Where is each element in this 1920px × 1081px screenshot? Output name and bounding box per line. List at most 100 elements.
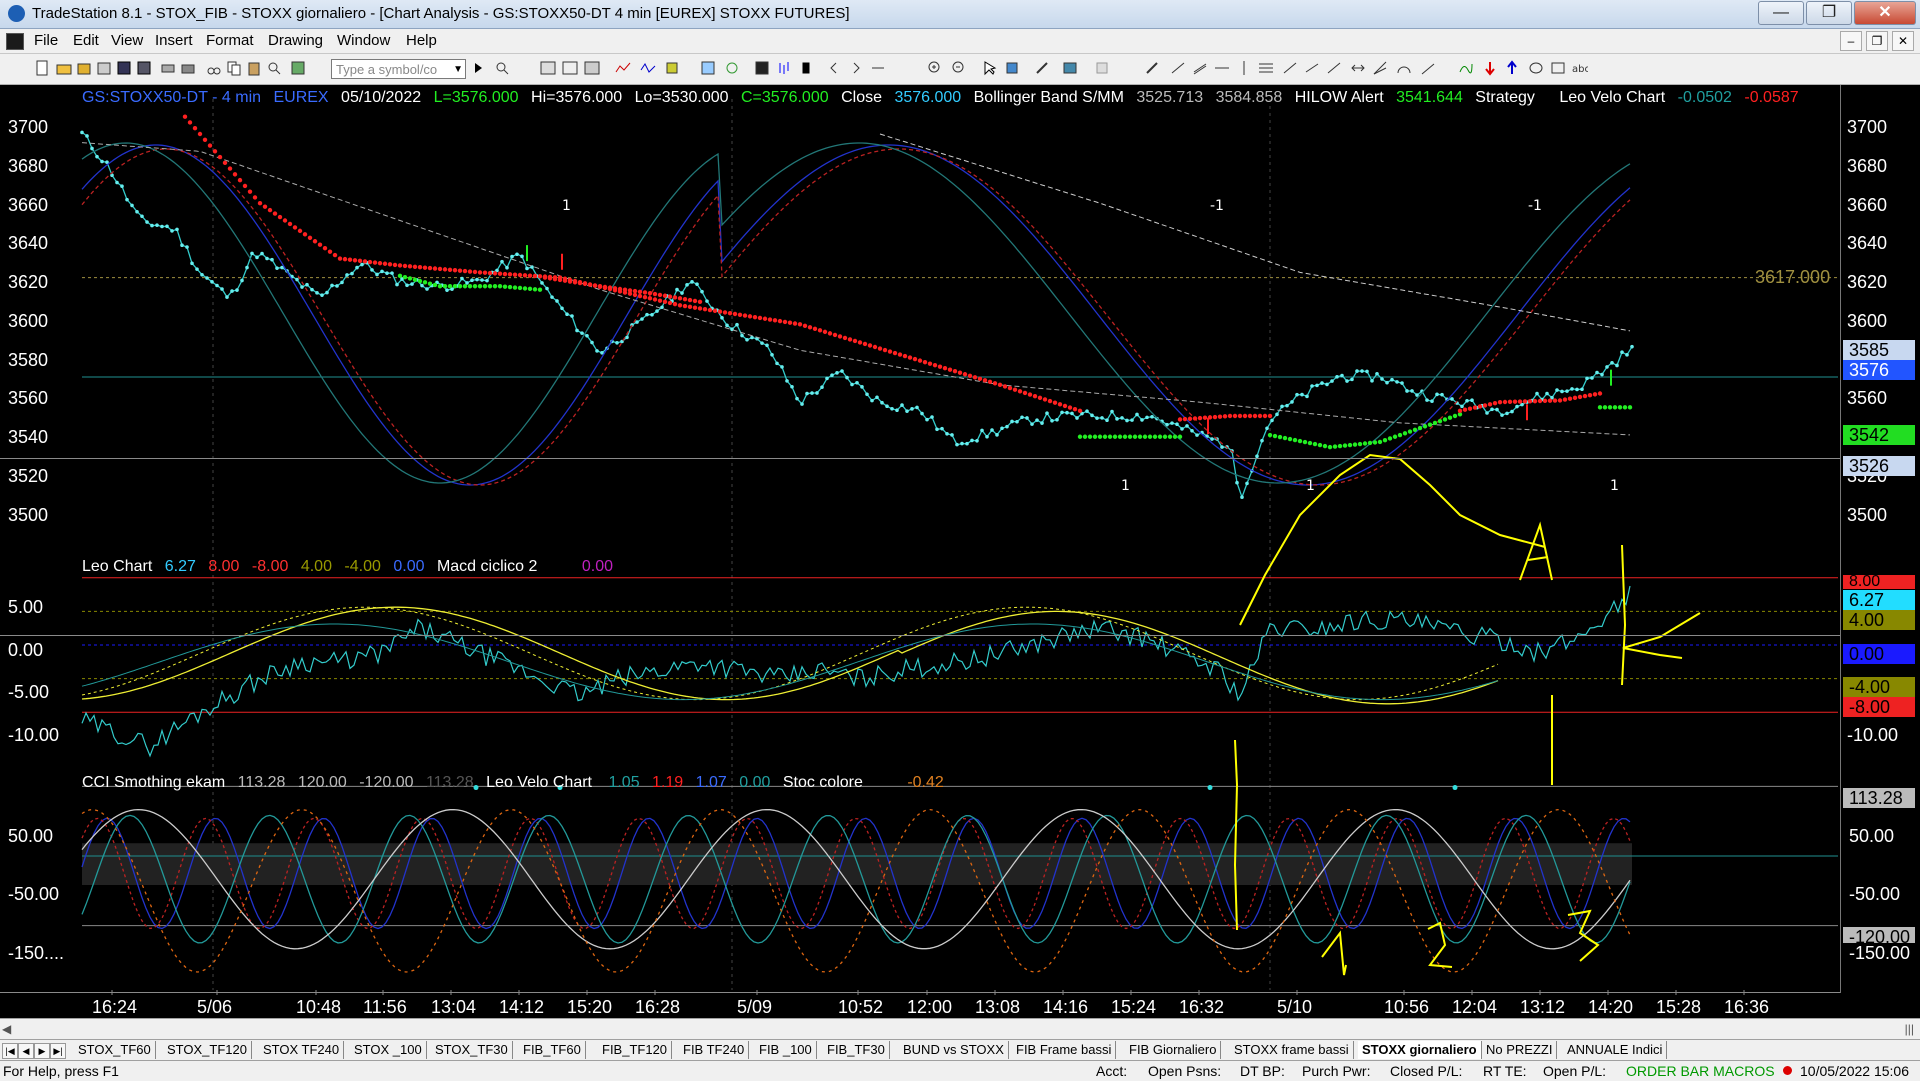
refresh-icon[interactable] — [724, 60, 740, 76]
chevron-down-icon[interactable]: ▼ — [453, 60, 463, 80]
new-file-icon[interactable] — [34, 60, 50, 76]
zoom-out-icon[interactable] — [951, 60, 967, 76]
menu-help[interactable]: Help — [406, 32, 437, 49]
tab-stox-tf30[interactable]: STOX_TF30 — [431, 1041, 513, 1059]
tab-annuale-indici[interactable]: ANNUALE Indici — [1563, 1041, 1668, 1059]
menu-view[interactable]: View — [111, 32, 143, 49]
data-window-icon[interactable] — [700, 60, 716, 76]
prev-tab-icon[interactable]: ◀ — [18, 1043, 34, 1059]
radarscreen-icon[interactable] — [562, 60, 578, 76]
scroll-left-icon[interactable] — [826, 60, 842, 76]
tab-fib-tf60[interactable]: FIB_TF60 — [519, 1041, 586, 1059]
tab-stox-100[interactable]: STOX _100 — [350, 1041, 427, 1059]
menu-file[interactable]: File — [34, 32, 58, 49]
play-icon[interactable] — [470, 60, 486, 76]
arc-icon[interactable] — [1396, 60, 1412, 76]
tab-bund-vs-stoxx[interactable]: BUND vs STOXX — [899, 1041, 1009, 1059]
mdi-close-button[interactable]: ✕ — [1892, 31, 1914, 51]
ellipse-icon[interactable] — [1528, 60, 1544, 76]
tab-fib-100[interactable]: FIB _100 — [755, 1041, 817, 1059]
tab-stoxx-frame-bassi[interactable]: STOXX frame bassi — [1230, 1041, 1354, 1059]
pointer-icon[interactable] — [982, 60, 998, 76]
freehand-icon[interactable] — [1458, 60, 1474, 76]
print-preview-icon[interactable] — [160, 60, 176, 76]
find-icon[interactable] — [266, 60, 282, 76]
regression-icon[interactable] — [1282, 60, 1298, 76]
tab-stox-tf240[interactable]: STOX TF240 — [259, 1041, 345, 1059]
copy-icon[interactable] — [226, 60, 242, 76]
tab-fib-frame-bassi[interactable]: FIB Frame bassi — [1012, 1041, 1117, 1059]
text-tool-icon[interactable]: abc — [1572, 60, 1588, 76]
chart-window-icon[interactable] — [6, 33, 24, 50]
tab-stox-tf120[interactable]: STOX_TF120 — [163, 1041, 252, 1059]
tab-stox-tf60[interactable]: STOX_TF60 — [74, 1041, 156, 1059]
arrow-down-icon[interactable] — [1482, 60, 1498, 76]
strategy-icon[interactable] — [640, 60, 656, 76]
gann-fan-icon[interactable] — [1372, 60, 1388, 76]
speed-line-icon[interactable] — [1420, 60, 1436, 76]
fibonacci-icon[interactable] — [1258, 60, 1274, 76]
price-point — [390, 271, 394, 275]
vertical-line-icon[interactable] — [1236, 60, 1252, 76]
save-all-icon[interactable] — [136, 60, 152, 76]
move-icon[interactable] — [1004, 60, 1020, 76]
pencil-icon[interactable] — [1144, 60, 1160, 76]
first-tab-icon[interactable]: |◀ — [2, 1043, 18, 1059]
scroll-thumb-icon[interactable]: ||| — [1905, 1022, 1914, 1036]
status-order-bar[interactable]: ORDER BAR MACROS — [1626, 1063, 1775, 1079]
scroll-left-arrow-icon[interactable]: ◀ — [2, 1022, 11, 1036]
menu-window[interactable]: Window — [337, 32, 390, 49]
print-icon[interactable] — [180, 60, 196, 76]
chart-analysis-window[interactable]: 1 1 -1 1 -1 1 GS:STOXX50-DT - 4 min EUREX 05/… — [0, 85, 1920, 1018]
ruler-icon[interactable] — [1326, 60, 1342, 76]
open-folder-icon[interactable] — [56, 60, 72, 76]
arrow-up-icon[interactable] — [1504, 60, 1520, 76]
channel-icon[interactable] — [1304, 60, 1320, 76]
trendline-icon[interactable] — [1170, 60, 1186, 76]
tab-fib-tf120[interactable]: FIB_TF120 — [598, 1041, 673, 1059]
horizontal-line-icon[interactable] — [1214, 60, 1230, 76]
mdi-minimize-button[interactable]: – — [1840, 31, 1862, 51]
tab-no-prezzi[interactable]: No PREZZI — [1482, 1041, 1558, 1059]
next-tab-icon[interactable]: ▶ — [34, 1043, 50, 1059]
cut-icon[interactable] — [206, 60, 222, 76]
format-icon[interactable] — [290, 60, 306, 76]
symbol-input[interactable]: Type a symbol/co ▼ — [331, 59, 466, 79]
mdi-restore-button[interactable]: ❐ — [1866, 31, 1888, 51]
scroll-right-icon[interactable] — [848, 60, 864, 76]
tab-stoxx-giornaliero[interactable]: STOXX giornaliero — [1358, 1041, 1482, 1059]
last-tab-icon[interactable]: ▶| — [50, 1043, 66, 1059]
chart-properties-icon[interactable] — [1062, 60, 1078, 76]
minimize-button[interactable]: — — [1758, 1, 1804, 25]
zoom-in-icon[interactable] — [927, 60, 943, 76]
tab-fib-giornaliero[interactable]: FIB Giornaliero — [1125, 1041, 1222, 1059]
tab-fib-tf30[interactable]: FIB_TF30 — [823, 1041, 890, 1059]
chart-plot[interactable]: 1 1 -1 1 -1 1 — [0, 85, 1920, 1018]
chart-style-icon[interactable] — [754, 60, 770, 76]
paste-icon[interactable] — [246, 60, 262, 76]
workspace-icon[interactable] — [96, 60, 112, 76]
candlestick-icon[interactable] — [798, 60, 814, 76]
save-icon[interactable] — [116, 60, 132, 76]
tab-fib-tf240[interactable]: FIB TF240 — [679, 1041, 750, 1059]
alert-icon[interactable] — [664, 60, 680, 76]
indicator-icon[interactable] — [615, 60, 631, 76]
menu-format[interactable]: Format — [206, 32, 254, 49]
tools-icon[interactable] — [1034, 60, 1050, 76]
open-icon[interactable] — [76, 60, 92, 76]
maximize-button[interactable]: ❐ — [1806, 1, 1852, 25]
bar-chart-icon[interactable] — [776, 60, 792, 76]
menu-edit[interactable]: Edit — [73, 32, 99, 49]
insert-object-icon[interactable] — [1094, 60, 1110, 76]
symbol-lookup-icon[interactable] — [494, 60, 510, 76]
bar-spacing-icon[interactable] — [870, 60, 886, 76]
close-button[interactable]: ✕ — [1854, 1, 1916, 25]
matrix-icon[interactable] — [584, 60, 600, 76]
chart-analysis-icon[interactable] — [540, 60, 556, 76]
parallel-lines-icon[interactable] — [1192, 60, 1208, 76]
menu-insert[interactable]: Insert — [155, 32, 193, 49]
horizontal-scrollbar[interactable]: ◀ ||| — [0, 1018, 1920, 1039]
menu-drawing[interactable]: Drawing — [268, 32, 323, 49]
double-arrow-icon[interactable] — [1350, 60, 1366, 76]
rectangle-icon[interactable] — [1550, 60, 1566, 76]
